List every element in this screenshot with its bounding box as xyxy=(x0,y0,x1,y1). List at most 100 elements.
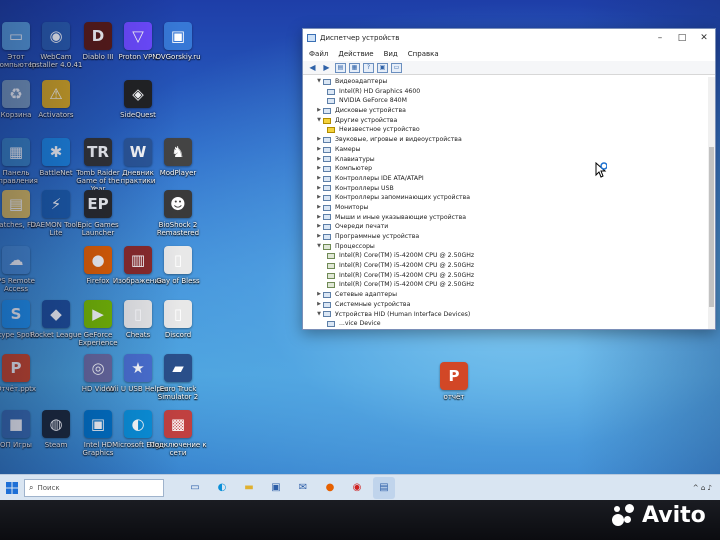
desktop-icon[interactable]: Pотчёт xyxy=(424,362,484,428)
desktop-icon[interactable]: ▩ Подключение к сети xyxy=(148,410,208,476)
device-item[interactable]: Intel(R) HD Graphics 4600 xyxy=(309,87,707,97)
chevron-down-icon[interactable]: ▼ xyxy=(315,77,323,87)
desktop-icon[interactable]: ⚠ Activators xyxy=(26,80,86,146)
desktop-app-icon: ⚡ xyxy=(42,190,70,218)
menu-file[interactable]: Файл xyxy=(309,50,328,58)
desktop-app-icon: ▣ xyxy=(164,22,192,50)
window-titlebar[interactable]: Диспетчер устройств – □ ✕ xyxy=(303,29,715,47)
start-button[interactable] xyxy=(0,475,24,501)
desktop-icon[interactable]: ▣ OVGorskiy.ru xyxy=(148,22,208,88)
windows-logo-icon xyxy=(6,481,18,494)
vertical-scrollbar[interactable] xyxy=(708,77,715,329)
chevron-down-icon[interactable]: ▼ xyxy=(315,116,323,126)
search-box[interactable]: ⌕ Поиск xyxy=(24,478,164,497)
mail-icon[interactable]: ✉ xyxy=(292,477,314,499)
chevron-right-icon[interactable]: ▶ xyxy=(315,300,323,310)
device-item[interactable]: Intel(R) Core(TM) i5-4200M CPU @ 2.50GHz xyxy=(309,251,707,261)
device-category[interactable]: ▶ Мыши и иные указывающие устройства xyxy=(309,213,707,223)
device-manager-window[interactable]: Диспетчер устройств – □ ✕ Файл Действие … xyxy=(302,28,716,330)
close-button[interactable]: ✕ xyxy=(693,33,715,43)
device-label: NVIDIA GeForce 840M xyxy=(339,97,407,105)
device-category[interactable]: ▶ Контроллеры запоминающих устройства xyxy=(309,193,707,203)
device-category[interactable]: ▶ Компьютер xyxy=(309,164,707,174)
device-category[interactable]: ▼ Видеоадаптеры xyxy=(309,77,707,87)
device-category[interactable]: ▶ Сетевые адаптеры xyxy=(309,290,707,300)
chevron-right-icon[interactable]: ▶ xyxy=(315,106,323,116)
desktop-icon-label: SideQuest xyxy=(120,111,156,119)
desktop-icon[interactable]: ◈ SideQuest xyxy=(108,80,168,146)
device-category[interactable]: ▼ Другие устройства xyxy=(309,116,707,126)
device-item[interactable]: NVIDIA GeForce 840M xyxy=(309,96,707,106)
device-item[interactable]: Intel(R) Core(TM) i5-4200M CPU @ 2.50GHz xyxy=(309,261,707,271)
device-category[interactable]: ▶ Клавиатуры xyxy=(309,155,707,165)
file-explorer-icon[interactable]: ▬ xyxy=(238,477,260,499)
monitor-icon[interactable]: ▭ xyxy=(391,62,402,73)
chevron-right-icon[interactable]: ▶ xyxy=(315,184,323,194)
chevron-right-icon[interactable]: ▶ xyxy=(315,222,323,232)
store-icon[interactable]: ▣ xyxy=(265,477,287,499)
menu-action[interactable]: Действие xyxy=(338,50,373,58)
warn-icon xyxy=(327,127,335,134)
device-category[interactable]: ▶ Системные устройства xyxy=(309,300,707,310)
tray-icons[interactable]: ^ ⌂ ♪ xyxy=(693,484,712,492)
chevron-right-icon[interactable]: ▶ xyxy=(315,155,323,165)
system-tray[interactable]: ^ ⌂ ♪ xyxy=(693,484,720,492)
device-category[interactable]: ▶ Контроллеры IDE ATA/ATAPI xyxy=(309,174,707,184)
search-placeholder: Поиск xyxy=(37,483,60,492)
chevron-right-icon[interactable]: ▶ xyxy=(315,164,323,174)
menu-help[interactable]: Справка xyxy=(408,50,439,58)
device-category[interactable]: ▼ Устройства HID (Human Interface Devices… xyxy=(309,310,707,320)
device-label: Мониторы xyxy=(335,203,369,211)
firefox-icon[interactable]: ● xyxy=(319,477,341,499)
device-item[interactable]: Intel(R) Core(TM) i5-4200M CPU @ 2.50GHz xyxy=(309,280,707,290)
yandex-icon[interactable]: ◉ xyxy=(346,477,368,499)
chevron-right-icon[interactable]: ▶ xyxy=(315,145,323,155)
device-label: Дисковые устройства xyxy=(335,107,406,115)
device-category[interactable]: ▶ Камеры xyxy=(309,145,707,155)
chevron-right-icon[interactable]: ▶ xyxy=(315,174,323,184)
desktop-app-icon: ♞ xyxy=(164,138,192,166)
system-icon xyxy=(323,301,331,308)
device-manager-icon xyxy=(307,34,316,42)
chevron-right-icon[interactable]: ▶ xyxy=(315,193,323,203)
device-label: ...vice Device xyxy=(339,320,381,328)
avito-watermark: Avito xyxy=(612,500,706,530)
device-item[interactable]: ...vice Device xyxy=(309,319,707,329)
device-category[interactable]: ▶ Программные устройства xyxy=(309,232,707,242)
scrollbar-thumb[interactable] xyxy=(709,147,714,307)
chevron-down-icon[interactable]: ▼ xyxy=(315,242,323,252)
help-icon[interactable]: ? xyxy=(363,62,374,73)
desktop-app-icon: ☻ xyxy=(164,190,192,218)
back-arrow-icon[interactable]: ◀ xyxy=(307,63,318,73)
device-label: Процессоры xyxy=(335,242,375,250)
menu-view[interactable]: Вид xyxy=(384,50,398,58)
minimize-button[interactable]: – xyxy=(649,33,671,43)
ide-icon xyxy=(323,175,331,182)
device-manager-taskbar-icon[interactable]: ▤ xyxy=(373,476,395,499)
forward-arrow-icon[interactable]: ▶ xyxy=(321,63,332,73)
device-category[interactable]: ▶ Дисковые устройства xyxy=(309,106,707,116)
device-category[interactable]: ▼ Процессоры xyxy=(309,242,707,252)
chevron-down-icon[interactable]: ▼ xyxy=(315,310,323,320)
device-category[interactable]: ▶ Мониторы xyxy=(309,203,707,213)
edge-icon[interactable]: ◐ xyxy=(211,477,233,499)
storage-icon xyxy=(323,195,331,202)
device-label: Очереди печати xyxy=(335,223,389,231)
properties-icon[interactable]: ▤ xyxy=(335,62,346,73)
chevron-right-icon[interactable]: ▶ xyxy=(315,203,323,213)
device-item[interactable]: Intel(R) Core(TM) i5-4200M CPU @ 2.50GHz xyxy=(309,271,707,281)
maximize-button[interactable]: □ xyxy=(671,33,693,43)
device-category[interactable]: ▶ Очереди печати xyxy=(309,222,707,232)
device-item[interactable]: Неизвестное устройство xyxy=(309,125,707,135)
desktop-app-icon: ✱ xyxy=(42,138,70,166)
resource-view-icon[interactable]: ▣ xyxy=(377,62,388,73)
chevron-right-icon[interactable]: ▶ xyxy=(315,290,323,300)
task-view-icon[interactable]: ▭ xyxy=(184,477,206,499)
device-category[interactable]: ▶ Контроллеры USB xyxy=(309,184,707,194)
chevron-right-icon[interactable]: ▶ xyxy=(315,213,323,223)
chevron-right-icon[interactable]: ▶ xyxy=(315,135,323,145)
list-view-icon[interactable]: ▦ xyxy=(349,62,360,73)
device-tree[interactable]: ▼ Видеоадаптеры Intel(R) HD Graphics 4600 N… xyxy=(309,77,707,329)
device-category[interactable]: ▶ Звуковые, игровые и видеоустройства xyxy=(309,135,707,145)
chevron-right-icon[interactable]: ▶ xyxy=(315,232,323,242)
